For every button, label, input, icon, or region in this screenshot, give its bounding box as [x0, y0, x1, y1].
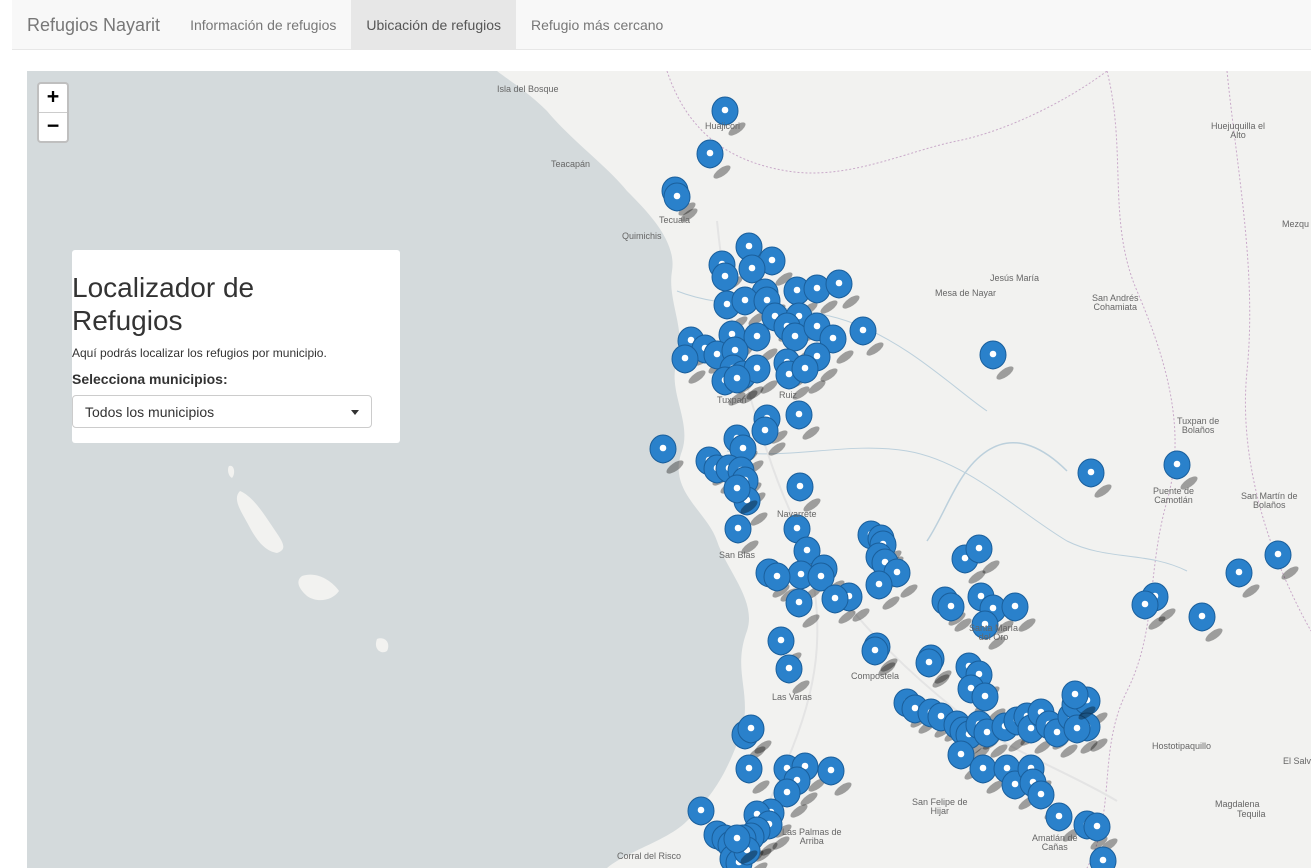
tab-informacion-refugios[interactable]: Información de refugios	[175, 0, 351, 49]
place-label: San Martín de Bolaños	[1241, 491, 1298, 510]
place-label: Quimichis	[622, 231, 662, 241]
select-label: Selecciona municipios:	[72, 371, 228, 387]
place-label: Isla del Bosque	[497, 84, 559, 94]
zoom-out-button[interactable]: −	[39, 113, 67, 141]
place-label: Huejuquilla el Alto	[1211, 121, 1266, 140]
place-label: Compostela	[851, 671, 900, 681]
place-label: Tequila	[1237, 809, 1266, 819]
municipio-select-value: Todos los municipios	[85, 404, 215, 420]
island-maria-magdalena	[298, 574, 339, 601]
place-label: Amatlán de Cañas	[1032, 833, 1078, 852]
place-label: Teacapán	[551, 159, 591, 169]
tab-refugio-mas-cercano[interactable]: Refugio más cercano	[516, 0, 678, 49]
place-label: Huajicori	[705, 121, 741, 131]
place-label: Mesa de Nayar	[935, 288, 997, 298]
place-label: San Felipe de Hijar	[912, 797, 968, 816]
localizador-panel: Localizador de Refugios Aquí podrás loca…	[72, 250, 400, 443]
place-label: Las Palmas de Arriba	[782, 827, 842, 846]
zoom-control: + −	[37, 82, 69, 143]
place-label: Mezqu	[1282, 219, 1310, 229]
place-label: Ruiz	[779, 390, 798, 400]
island-small	[228, 465, 235, 478]
place-label: Puente de Camotlán	[1153, 486, 1195, 505]
island-maria-cleofas	[375, 638, 389, 653]
place-label: San Andrés Cohamiata	[1092, 293, 1139, 312]
tab-ubicacion-refugios[interactable]: Ubicación de refugios	[351, 0, 517, 49]
leaflet-map[interactable]: + − Isla del Bosque Huajicori Teacapán T…	[27, 71, 1311, 868]
navbar-brand[interactable]: Refugios Nayarit	[12, 0, 175, 49]
place-label: Tuxpan de Bolaños	[1177, 416, 1220, 435]
chevron-down-icon	[351, 410, 359, 415]
place-label: Santa María del Oro	[969, 623, 1019, 642]
place-label: Jesús María	[990, 273, 1040, 283]
panel-description: Aquí podrás localizar los refugios por m…	[72, 346, 327, 360]
municipio-select[interactable]: Todos los municipios	[72, 395, 372, 428]
place-label: Tecuala	[659, 215, 691, 225]
place-label: Navarrete	[777, 509, 817, 519]
island-maria-madre	[236, 491, 284, 553]
place-label: Hostotipaquillo	[1152, 741, 1212, 751]
place-label: Magdalena	[1215, 799, 1260, 809]
panel-title: Localizador de Refugios	[72, 272, 255, 336]
place-label: Corral del Risco	[617, 851, 682, 861]
place-label: Tuxpan	[717, 395, 747, 405]
zoom-in-button[interactable]: +	[39, 84, 67, 113]
map-basemap	[228, 71, 1311, 868]
place-label: El Salv	[1283, 756, 1311, 766]
place-label: San Blas	[719, 550, 756, 560]
navbar: Refugios Nayarit Información de refugios…	[12, 0, 1311, 50]
place-label: Las Varas	[772, 692, 812, 702]
